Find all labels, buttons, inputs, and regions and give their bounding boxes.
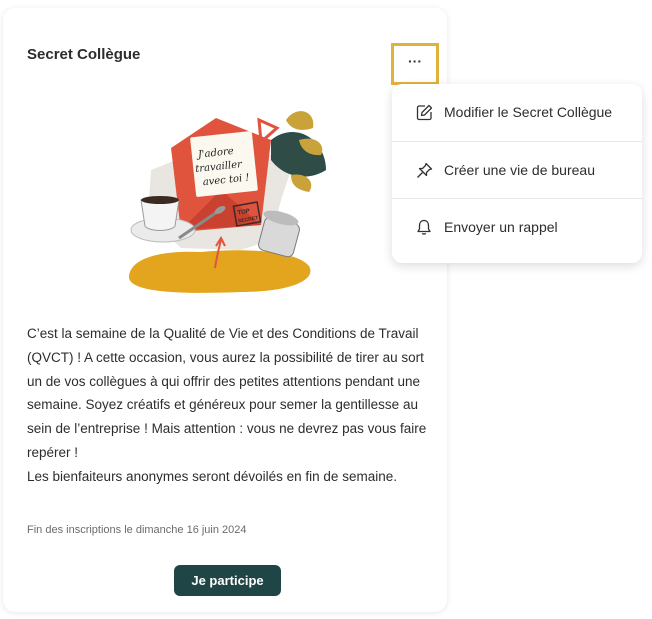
menu-item-label: Envoyer un rappel	[444, 219, 558, 235]
menu-item-reminder[interactable]: Envoyer un rappel	[392, 199, 642, 255]
menu-item-edit[interactable]: Modifier le Secret Collègue	[392, 84, 642, 140]
description-paragraph: C’est la semaine de la Qualité de Vie et…	[27, 326, 427, 460]
gold-leaf	[286, 111, 314, 130]
description-paragraph: Les bienfaiteurs anonymes seront dévoilé…	[27, 468, 397, 484]
secret-collegue-card: Secret Collègue ··· J'adore travailler a…	[3, 8, 447, 612]
bell-icon	[415, 218, 433, 236]
participate-button[interactable]: Je participe	[174, 565, 281, 596]
menu-item-create[interactable]: Créer une vie de bureau	[392, 142, 642, 198]
options-menu: Modifier le Secret Collègue Créer une vi…	[392, 84, 642, 263]
coffee	[141, 196, 179, 204]
registration-deadline: Fin des inscriptions le dimanche 16 juin…	[27, 524, 247, 536]
card-description: C’est la semaine de la Qualité de Vie et…	[27, 322, 427, 489]
more-options-button[interactable]: ···	[391, 43, 439, 85]
menu-item-label: Modifier le Secret Collègue	[444, 104, 613, 120]
secret-colleague-illustration: J'adore travailler avec toi ! TOP SECRET	[128, 111, 326, 293]
edit-icon	[415, 103, 433, 121]
gold-leaf	[291, 174, 312, 192]
more-icon: ···	[408, 53, 422, 69]
menu-item-label: Créer une vie de bureau	[444, 162, 595, 178]
coffee-cup	[140, 199, 180, 231]
pin-icon	[415, 161, 433, 179]
yellow-blob	[128, 250, 311, 293]
card-title: Secret Collègue	[27, 46, 141, 63]
